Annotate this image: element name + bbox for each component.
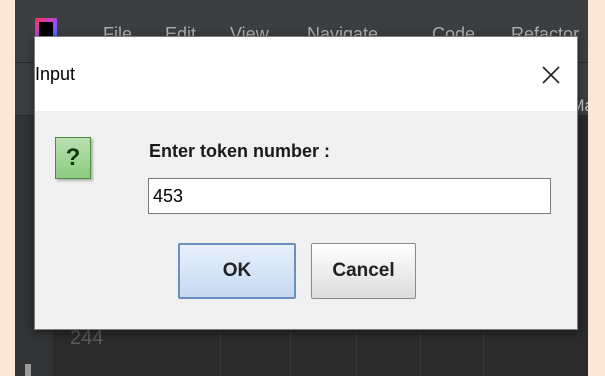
ok-button[interactable]: OK bbox=[178, 243, 296, 299]
dialog-title: Input bbox=[35, 64, 76, 84]
close-icon bbox=[542, 66, 560, 84]
input-dialog: Input ? Enter token number : OK Cancel bbox=[34, 36, 578, 330]
question-icon: ? bbox=[55, 137, 91, 179]
cancel-button[interactable]: Cancel bbox=[311, 243, 416, 299]
dialog-titlebar: Input bbox=[35, 37, 577, 111]
token-number-input[interactable] bbox=[148, 178, 551, 214]
close-button[interactable] bbox=[535, 59, 567, 91]
gutter-marker bbox=[25, 364, 31, 376]
line-number: 244 bbox=[70, 327, 104, 349]
prompt-label: Enter token number : bbox=[149, 141, 331, 161]
